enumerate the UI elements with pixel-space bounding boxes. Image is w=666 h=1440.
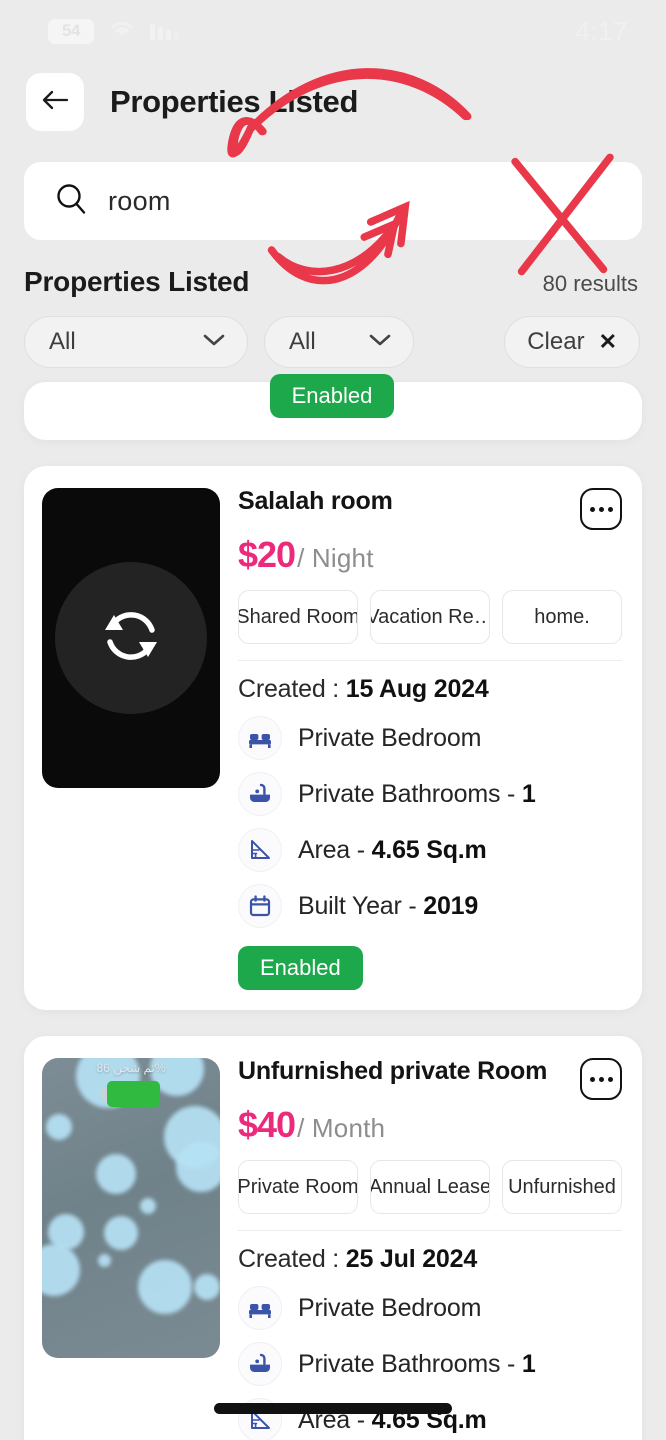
sync-placeholder-icon bbox=[92, 597, 170, 680]
property-card[interactable]: Salalah room $20 / Night Shared Room Vac… bbox=[24, 71, 642, 1010]
home-indicator bbox=[214, 1403, 452, 1414]
area-ruler-icon bbox=[238, 828, 282, 872]
property-tag[interactable]: home. bbox=[502, 590, 622, 644]
divider bbox=[238, 660, 622, 661]
created-date: 25 Jul 2024 bbox=[345, 1245, 478, 1273]
feature-row: Private Bathrooms - 1 bbox=[238, 772, 622, 816]
property-title: Salalah room bbox=[238, 487, 393, 515]
property-card-body: Salalah room $20 / Night Shared Room Vac… bbox=[42, 487, 622, 990]
results-count: 80 results bbox=[542, 271, 638, 296]
close-icon: ✕ bbox=[598, 329, 617, 354]
property-tag[interactable]: Private Room bbox=[238, 1160, 358, 1214]
bathtub-icon bbox=[238, 772, 282, 816]
property-list[interactable]: Enabled Salalah room $20 / Night Shared … bbox=[0, 68, 666, 1440]
search-input[interactable]: room bbox=[24, 162, 642, 240]
page-title: Properties Listed bbox=[110, 84, 359, 119]
property-tags: Shared Room Vacation Re… home. bbox=[238, 590, 622, 644]
property-title-row: Unfurnished private Room bbox=[238, 1057, 622, 1100]
feature-row: Private Bedroom bbox=[238, 716, 622, 760]
property-price: $20 bbox=[238, 534, 296, 575]
calendar-icon bbox=[238, 884, 282, 928]
more-options-icon[interactable] bbox=[580, 488, 622, 530]
thumbnail-battery-text: تم شحن 86% bbox=[96, 1061, 166, 1075]
search-icon bbox=[54, 182, 88, 221]
property-card[interactable]: تم شحن 86% Unfurnished private Room $40 bbox=[24, 68, 642, 1440]
more-options-icon[interactable] bbox=[580, 1058, 622, 1100]
created-label: Created : bbox=[238, 1245, 346, 1273]
chevron-down-icon bbox=[203, 333, 225, 352]
property-tag[interactable]: Vacation Re… bbox=[370, 590, 490, 644]
property-price-row: $20 / Night bbox=[238, 534, 622, 576]
property-thumbnail[interactable] bbox=[42, 488, 220, 788]
clear-filters-label: Clear bbox=[527, 328, 585, 355]
bathtub-icon bbox=[238, 1342, 282, 1386]
app-header: Properties Listed bbox=[0, 62, 666, 136]
back-button[interactable] bbox=[26, 73, 84, 131]
battery-level-badge: 54 bbox=[48, 18, 94, 44]
search-section: room bbox=[0, 136, 666, 240]
property-title-row: Salalah room bbox=[238, 487, 622, 530]
property-price-row: $40 / Month bbox=[238, 1104, 622, 1146]
results-header: Properties Listed 80 results bbox=[0, 240, 666, 298]
feature-label: Built Year - 2019 bbox=[298, 891, 479, 920]
created-label: Created : bbox=[238, 675, 346, 703]
status-bar-clock: 4:17 bbox=[575, 15, 628, 46]
bed-icon bbox=[238, 1286, 282, 1330]
feature-label: Private Bedroom bbox=[298, 723, 482, 752]
property-price: $40 bbox=[238, 1104, 296, 1145]
phone-screen: 54 4:17 Properties Listed room Propertie… bbox=[0, 0, 666, 1440]
feature-row: Built Year - 2019 bbox=[238, 884, 622, 928]
feature-row: Private Bathrooms - 1 bbox=[238, 1342, 622, 1386]
feature-value: 4.65 Sq.m bbox=[371, 835, 487, 864]
bed-icon bbox=[238, 716, 282, 760]
type-filter-label: All bbox=[49, 328, 76, 355]
property-tag[interactable]: Annual Lease bbox=[370, 1160, 490, 1214]
status-badge: Enabled bbox=[269, 374, 395, 418]
signal-bars-icon bbox=[150, 22, 179, 40]
property-thumbnail[interactable]: تم شحن 86% bbox=[42, 1058, 220, 1358]
feature-value: 1 bbox=[521, 779, 536, 808]
search-input-value: room bbox=[108, 185, 171, 216]
status-bar: 54 4:17 bbox=[0, 0, 666, 62]
property-created: Created : 15 Aug 2024 bbox=[238, 675, 622, 704]
chevron-down-icon bbox=[369, 333, 391, 352]
divider bbox=[238, 1230, 622, 1231]
property-title: Unfurnished private Room bbox=[238, 1057, 548, 1085]
status-filter-label: All bbox=[289, 328, 316, 355]
feature-label: Private Bedroom bbox=[298, 1293, 482, 1322]
feature-row: Area - 4.65 Sq.m bbox=[238, 828, 622, 872]
feature-label: Area - 4.65 Sq.m bbox=[298, 835, 487, 864]
feature-value: 2019 bbox=[423, 891, 479, 920]
feature-label: Private Bathrooms - 1 bbox=[298, 779, 536, 808]
thumbnail-battery-icon bbox=[102, 1081, 160, 1107]
property-card-body: تم شحن 86% Unfurnished private Room $40 bbox=[42, 1057, 622, 1440]
wifi-icon bbox=[108, 19, 136, 44]
thumbnail-disc bbox=[55, 562, 207, 714]
property-price-unit: / Night bbox=[297, 543, 374, 573]
property-details: Salalah room $20 / Night Shared Room Vac… bbox=[238, 487, 622, 990]
clear-filters-button[interactable]: Clear ✕ bbox=[504, 316, 640, 368]
property-tag[interactable]: Shared Room bbox=[238, 590, 358, 644]
property-created: Created : 25 Jul 2024 bbox=[238, 1245, 622, 1274]
feature-label: Private Bathrooms - 1 bbox=[298, 1349, 536, 1378]
type-filter-dropdown[interactable]: All bbox=[24, 316, 248, 368]
status-badge: Enabled bbox=[238, 946, 363, 990]
filter-bar: All All Clear ✕ bbox=[0, 298, 666, 368]
property-tags: Private Room Annual Lease Unfurnished bbox=[238, 1160, 622, 1214]
property-tag[interactable]: Unfurnished bbox=[502, 1160, 622, 1214]
created-date: 15 Aug 2024 bbox=[345, 675, 489, 703]
property-card-partial[interactable]: Enabled bbox=[24, 374, 642, 440]
arrow-left-icon bbox=[40, 88, 70, 117]
status-bar-left: 54 bbox=[48, 18, 179, 44]
feature-row: Private Bedroom bbox=[238, 1286, 622, 1330]
feature-value: 1 bbox=[521, 1349, 536, 1378]
results-title: Properties Listed bbox=[24, 266, 250, 297]
property-details: Unfurnished private Room $40 / Month Pri… bbox=[238, 1057, 622, 1440]
property-price-unit: / Month bbox=[297, 1113, 386, 1143]
status-filter-dropdown[interactable]: All bbox=[264, 316, 414, 368]
